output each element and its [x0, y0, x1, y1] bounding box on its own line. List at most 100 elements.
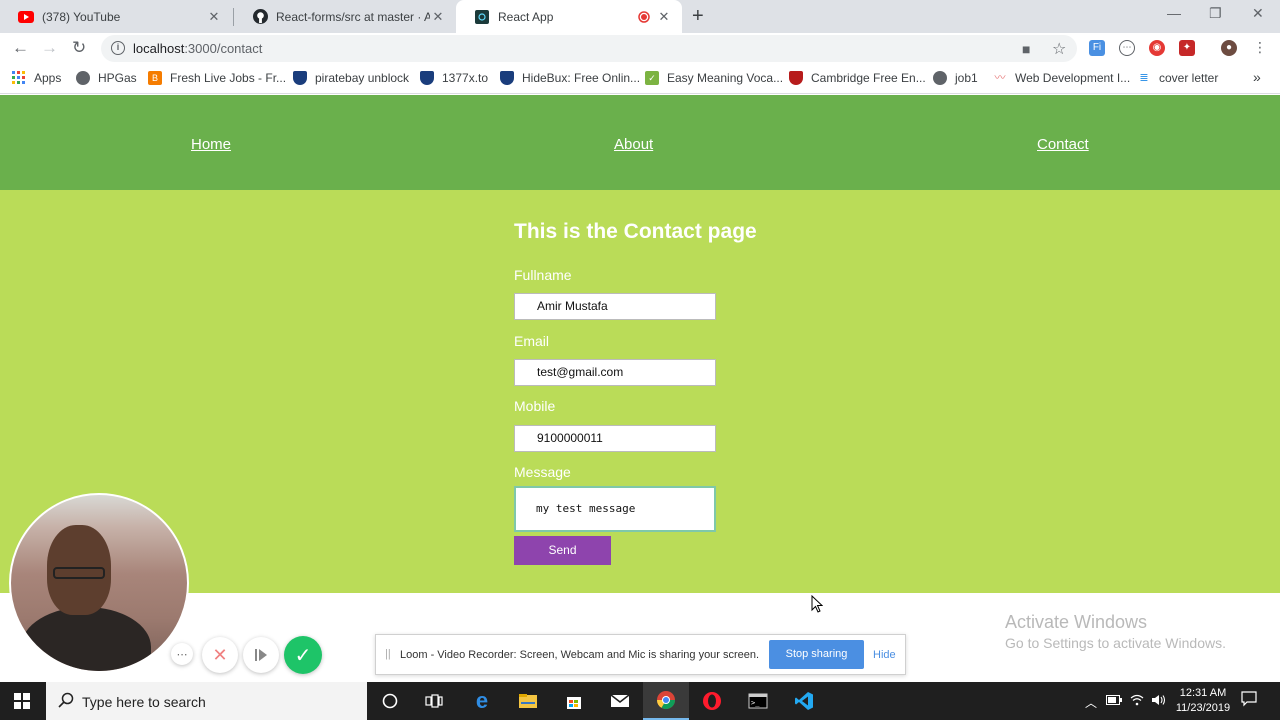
search-icon — [58, 692, 74, 712]
activate-windows-title: Activate Windows — [1005, 612, 1148, 632]
microsoft-store-icon[interactable] — [551, 682, 597, 720]
mail-icon[interactable] — [597, 682, 643, 720]
loom-extension-icon[interactable]: ◉ — [1149, 40, 1165, 56]
mobile-label: Mobile — [514, 398, 556, 414]
clock-time: 12:31 AM — [1179, 687, 1227, 699]
close-tab-icon[interactable]: ✕ — [430, 9, 446, 25]
activate-windows-subtitle: Go to Settings to activate Windows. — [1005, 635, 1226, 651]
webcam-person-body — [21, 607, 151, 671]
pause-recording-icon[interactable] — [243, 637, 279, 673]
vscode-icon[interactable] — [781, 682, 827, 720]
checkmark-icon: ✓ — [645, 71, 659, 85]
url-path: :3000/contact — [184, 41, 263, 56]
menu-kebab-icon[interactable]: ⋮ — [1252, 40, 1268, 56]
svg-text:>_: >_ — [751, 699, 760, 707]
restore-icon[interactable]: ❐ — [1209, 5, 1222, 22]
shield-icon — [293, 71, 307, 85]
windows-taskbar: Type here to search e >_ ︿ 12:31 AM 11/2… — [0, 682, 1280, 720]
email-label: Email — [514, 333, 550, 349]
fullname-input[interactable]: Amir Mustafa — [514, 293, 716, 320]
system-clock[interactable]: 12:31 AM 11/23/2019 — [1172, 686, 1234, 716]
task-view-icon[interactable] — [411, 682, 457, 720]
bookmark-hpgas[interactable]: HPGas — [76, 71, 137, 85]
show-hidden-icons-icon[interactable]: ︿ — [1085, 694, 1097, 711]
volume-icon[interactable] — [1151, 694, 1167, 709]
mouse-cursor-icon — [811, 594, 824, 616]
bookmark-cambridge[interactable]: Cambridge Free En... — [789, 71, 926, 85]
bookmark-cover-letter[interactable]: ≣ cover letter — [1137, 71, 1218, 85]
action-center-icon[interactable] — [1241, 691, 1257, 710]
tab-github[interactable]: React-forms/src at master · Amir ✕ — [234, 0, 456, 33]
site-info-icon[interactable]: i — [111, 41, 125, 55]
bookmark-label: Fresh Live Jobs - Fr... — [170, 71, 287, 85]
message-textarea[interactable]: my test message — [514, 486, 716, 532]
extension-fi-icon[interactable]: Fi — [1089, 40, 1105, 56]
nav-link-home[interactable]: Home — [191, 136, 231, 153]
wifi-icon[interactable] — [1130, 694, 1144, 709]
profile-avatar-icon[interactable]: ● — [1221, 40, 1237, 56]
email-input[interactable]: test@gmail.com — [514, 359, 716, 386]
bookmarks-bar: Apps HPGas B Fresh Live Jobs - Fr... pir… — [0, 64, 1280, 94]
stop-sharing-button[interactable]: Stop sharing — [769, 640, 864, 669]
page-title: This is the Contact page — [514, 220, 757, 243]
address-bar[interactable]: i localhost:3000/contact ■ ☆ — [101, 35, 1077, 62]
extension-red-icon[interactable]: ✦ — [1179, 40, 1195, 56]
send-button[interactable]: Send — [514, 536, 611, 565]
url-host: localhost — [133, 41, 185, 56]
edge-browser-icon[interactable]: e — [459, 682, 505, 720]
bookmark-piratebay[interactable]: piratebay unblock — [293, 71, 409, 85]
more-options-icon[interactable]: ⋯ — [171, 643, 193, 665]
camera-icon[interactable]: ■ — [1022, 41, 1030, 57]
bookmark-star-icon[interactable]: ☆ — [1052, 39, 1066, 59]
tab-youtube[interactable]: (378) YouTube ✕ — [0, 0, 232, 33]
back-icon[interactable]: ← — [12, 38, 29, 58]
chrome-icon[interactable] — [643, 682, 689, 720]
drag-handle-icon[interactable]: || — [385, 648, 391, 660]
nav-link-about[interactable]: About — [614, 136, 653, 153]
cortana-icon[interactable] — [367, 682, 413, 720]
minimize-icon[interactable]: — — [1167, 5, 1181, 21]
close-tab-icon[interactable]: ✕ — [656, 9, 672, 25]
battery-icon[interactable] — [1106, 694, 1122, 708]
bookmark-job1[interactable]: job1 — [933, 71, 978, 85]
close-window-icon[interactable]: ✕ — [1252, 5, 1264, 22]
tab-react-app[interactable]: React App ✕ — [456, 0, 682, 33]
bookmark-easy-meaning[interactable]: ✓ Easy Meaning Voca... — [645, 71, 783, 85]
file-explorer-icon[interactable] — [505, 682, 551, 720]
bookmark-1377x[interactable]: 1377x.to — [420, 71, 488, 85]
cancel-recording-icon[interactable]: ✕ — [202, 637, 238, 673]
tab-title: React App — [498, 9, 554, 24]
bookmark-web-development[interactable]: 〰 Web Development I... — [993, 71, 1131, 85]
terminal-icon[interactable]: >_ — [735, 682, 781, 720]
forward-icon[interactable]: → — [41, 38, 58, 58]
new-tab-icon[interactable]: + — [692, 6, 704, 26]
bookmarks-overflow-icon[interactable]: » — [1253, 69, 1261, 85]
tab-title: React-forms/src at master · Amir — [276, 9, 430, 24]
bookmark-hidebux[interactable]: HideBux: Free Onlin... — [500, 71, 640, 85]
taskbar-search-box[interactable]: Type here to search — [46, 682, 367, 720]
bookmark-label: Easy Meaning Voca... — [667, 71, 784, 85]
windows-start-icon[interactable] — [14, 693, 30, 709]
extension-dots-icon[interactable]: ⋯ — [1119, 40, 1135, 56]
mobile-input[interactable]: 9100000011 — [514, 425, 716, 452]
bookmark-label: HPGas — [98, 71, 137, 85]
bookmark-apps[interactable]: Apps — [12, 71, 61, 85]
shield-icon — [420, 71, 434, 85]
browser-toolbar: ← → ↻ i localhost:3000/contact ■ ☆ — [0, 33, 1280, 64]
hide-link[interactable]: Hide — [873, 649, 896, 661]
opera-icon[interactable] — [689, 682, 735, 720]
finish-recording-icon[interactable]: ✓ — [284, 636, 322, 674]
contact-section: This is the Contact page Fullname Amir M… — [0, 190, 1280, 593]
close-tab-icon[interactable]: ✕ — [206, 9, 222, 25]
nav-link-contact[interactable]: Contact — [1037, 136, 1089, 153]
bookmark-fresh-live-jobs[interactable]: B Fresh Live Jobs - Fr... — [148, 71, 286, 85]
url-text[interactable]: localhost:3000/contact — [133, 41, 262, 56]
message-label: Message — [514, 464, 571, 480]
reload-icon[interactable]: ↻ — [72, 38, 86, 58]
bookmark-label: Cambridge Free En... — [811, 71, 926, 85]
bookmark-label: Apps — [34, 71, 62, 85]
tab-title: (378) YouTube — [42, 9, 121, 24]
webcam-bubble[interactable] — [9, 493, 189, 673]
clock-date: 11/23/2019 — [1175, 702, 1231, 714]
github-icon — [252, 9, 268, 25]
